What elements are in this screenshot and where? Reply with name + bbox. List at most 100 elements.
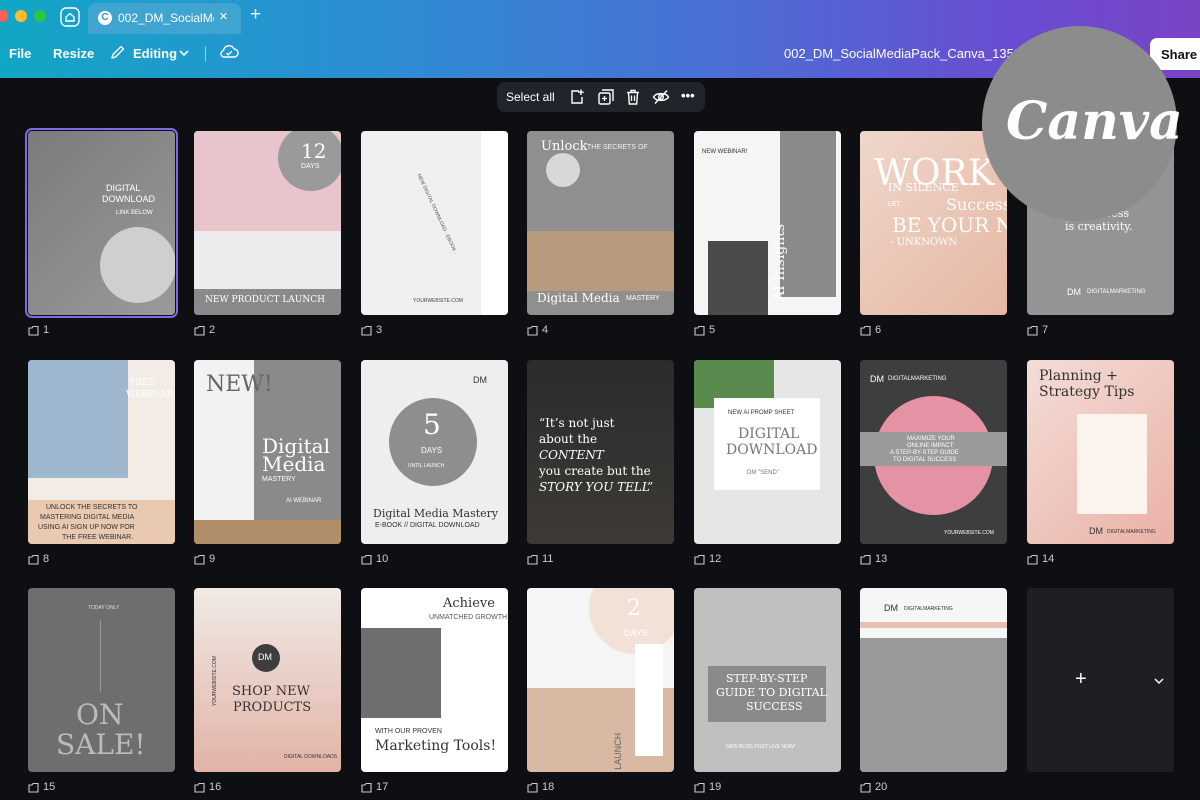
add-page-icon[interactable] — [568, 88, 586, 106]
tab-document[interactable]: C 002_DM_SocialMe… × — [88, 3, 241, 34]
page-thumbnail-2[interactable]: 12 DAYS NEW PRODUCT LAUNCH — [194, 131, 341, 315]
page-text: DIGITAL DOWNLOADS — [284, 754, 338, 760]
page-text: - UNKNOWN — [890, 237, 958, 248]
document-title[interactable]: 002_DM_SocialMediaPack_Canva_1350x10… — [784, 46, 1019, 61]
page-text: AI Insights — [772, 223, 788, 301]
page-text: USING AI SIGN UP NOW FOR — [38, 524, 135, 531]
page-thumbnail-4[interactable]: Unlock THE SECRETS OF Digital Media MASTERY — [527, 131, 674, 315]
duplicate-page-icon[interactable] — [597, 88, 615, 106]
add-page-tile[interactable]: + — [1027, 588, 1174, 772]
page-number: 17 — [376, 781, 389, 793]
select-all-button[interactable]: Select all — [506, 90, 555, 104]
page-text: MASTERING DIGITAL MEDIA — [40, 514, 135, 521]
page-thumbnail-19[interactable]: STEP-BY-STEP GUIDE TO DIGITAL SUCCESS NEW B… — [694, 588, 841, 772]
selection-toolbar: Select all ••• — [497, 82, 705, 112]
page-text: GUIDE TO DIGITAL — [716, 686, 827, 699]
page-thumbnail-8[interactable]: FREE WEBINAR UNLOCK THE SECRETS TO MASTERIN… — [28, 360, 175, 544]
page-icon — [194, 325, 205, 336]
page-text: YOURWEBSITE.COM — [413, 298, 463, 304]
resize-menu[interactable]: Resize — [53, 46, 94, 61]
thumbnail-image-block — [361, 628, 441, 718]
page-icon — [28, 325, 39, 336]
trash-icon[interactable] — [624, 88, 642, 106]
page-text: Digital Media Mastery — [373, 507, 499, 520]
thumbnail-image-block — [527, 231, 674, 291]
page-number: 19 — [709, 781, 722, 793]
page-thumbnail-10[interactable]: DM 5 DAYS UNTIL LAUNCH Digital Media Mastery… — [361, 360, 508, 544]
home-icon[interactable] — [60, 7, 80, 27]
page-text: DIGITALMARKETING — [1087, 289, 1146, 295]
page-number: 11 — [542, 553, 554, 565]
tab-close-icon[interactable]: × — [219, 8, 228, 25]
page-number: 18 — [542, 781, 555, 793]
page-number: 9 — [209, 553, 216, 565]
page-text: BE YOUR NOISE — [892, 213, 1007, 237]
page-thumbnail-15[interactable]: TODAY ONLY ON SALE! — [28, 588, 175, 772]
hide-page-icon[interactable] — [652, 88, 670, 106]
page-thumbnail-20[interactable]: DM DIGITALMARKETING — [860, 588, 1007, 772]
page-number: 16 — [209, 781, 222, 793]
page-text: WITH OUR PROVEN — [375, 728, 442, 735]
chevron-down-icon[interactable] — [1153, 674, 1165, 686]
page-text: YOURWEBSITE.COM — [212, 656, 218, 706]
page-thumbnail-17[interactable]: Achieve UNMATCHED GROWTH WITH OUR PROVEN Ma… — [361, 588, 508, 772]
add-page-button[interactable]: + — [1075, 668, 1087, 691]
thumbnail-image-block — [546, 153, 580, 187]
page-text: DIGITALMARKETING — [1107, 529, 1156, 535]
page-number: 2 — [209, 324, 216, 336]
page-text: NEW! — [206, 372, 273, 397]
page-text: LINK BELOW — [116, 210, 153, 216]
page-text: Success — [946, 195, 1007, 214]
minimize-window-button[interactable] — [15, 10, 27, 22]
new-tab-button[interactable]: + — [250, 4, 261, 26]
page-number: 6 — [875, 324, 882, 336]
page-thumbnail-1[interactable]: NEW LAUNCHDIGITALDOWNLOADLINK BELOW — [25, 128, 178, 318]
page-number: 12 — [709, 553, 722, 565]
page-number: 8 — [43, 553, 50, 565]
page-text: DIGITAL — [106, 183, 141, 193]
page-text: A STEP-BY-STEP GUIDE — [890, 450, 959, 456]
page-thumbnail-18[interactable]: 2 DAYS UNTIL LAUNCH — [527, 588, 674, 772]
editing-mode-menu[interactable]: Editing — [133, 46, 177, 61]
page-text: FREE — [129, 378, 156, 388]
page-text: DM — [1089, 526, 1103, 536]
page-text: Marketing Tools! — [375, 738, 497, 754]
chevron-down-icon[interactable] — [178, 46, 190, 58]
page-thumbnail-9[interactable]: NEW! Digital Media MASTERY AI WEBINAR — [194, 360, 341, 544]
close-window-button[interactable] — [0, 10, 8, 22]
page-thumbnail-13[interactable]: DM DIGITALMARKETING MAXIMIZE YOUR ONLINE IM… — [860, 360, 1007, 544]
page-icon — [1027, 325, 1038, 336]
page-text: DOWNLOAD — [102, 194, 156, 204]
page-thumbnail-11[interactable]: “It’s not just about the CONTENT you create… — [527, 360, 674, 544]
page-text: DM — [473, 375, 487, 385]
page-icon — [361, 782, 372, 793]
more-options-icon[interactable]: ••• — [681, 88, 695, 103]
page-icon — [860, 554, 871, 565]
maximize-window-button[interactable] — [34, 10, 46, 22]
thumbnail-image-block — [100, 620, 101, 692]
page-text: ONLINE IMPACT: — [907, 443, 955, 449]
page-thumbnail-3[interactable]: NEW DIGITAL DOWNLOAD · EBOOK · YOURWEBSIT… — [361, 131, 508, 315]
thumbnail-image-block — [1077, 414, 1147, 514]
page-thumbnail-14[interactable]: Planning + Strategy Tips DM DIGITALMARKETIN… — [1027, 360, 1174, 544]
page-text: DOWNLOAD — [726, 442, 818, 458]
page-text: LET — [888, 201, 901, 208]
page-icon — [1027, 554, 1038, 565]
page-text: DIGITAL — [738, 426, 800, 442]
page-thumbnail-5[interactable]: NEW WEBINAR! AI Insights — [694, 131, 841, 315]
page-text: UNMATCHED GROWTH — [429, 614, 508, 621]
page-icon — [694, 554, 705, 565]
page-number: 5 — [709, 324, 716, 336]
page-thumbnail-16[interactable]: YOURWEBSITE.COM DM SHOP NEW PRODUCTS DIGITAL… — [194, 588, 341, 772]
page-text: DAYS — [301, 163, 320, 170]
page-thumbnail-12[interactable]: NEW AI PROMP SHEET DIGITAL DOWNLOAD DM "SEN… — [694, 360, 841, 544]
page-text: DM — [870, 374, 884, 384]
browser-tab-strip: C 002_DM_SocialMe… × + — [0, 0, 1200, 34]
page-text: AI WEBINAR — [286, 498, 322, 504]
page-thumbnail-6[interactable]: WORK HARDIN SILENCELETSuccessBE YOUR NOI… — [860, 131, 1007, 315]
page-number: 15 — [43, 781, 56, 793]
page-text: MASTERY — [626, 295, 660, 302]
cloud-saved-icon[interactable] — [219, 43, 239, 61]
page-text: YOURWEBSITE.COM — [944, 530, 994, 536]
file-menu[interactable]: File — [9, 46, 31, 61]
